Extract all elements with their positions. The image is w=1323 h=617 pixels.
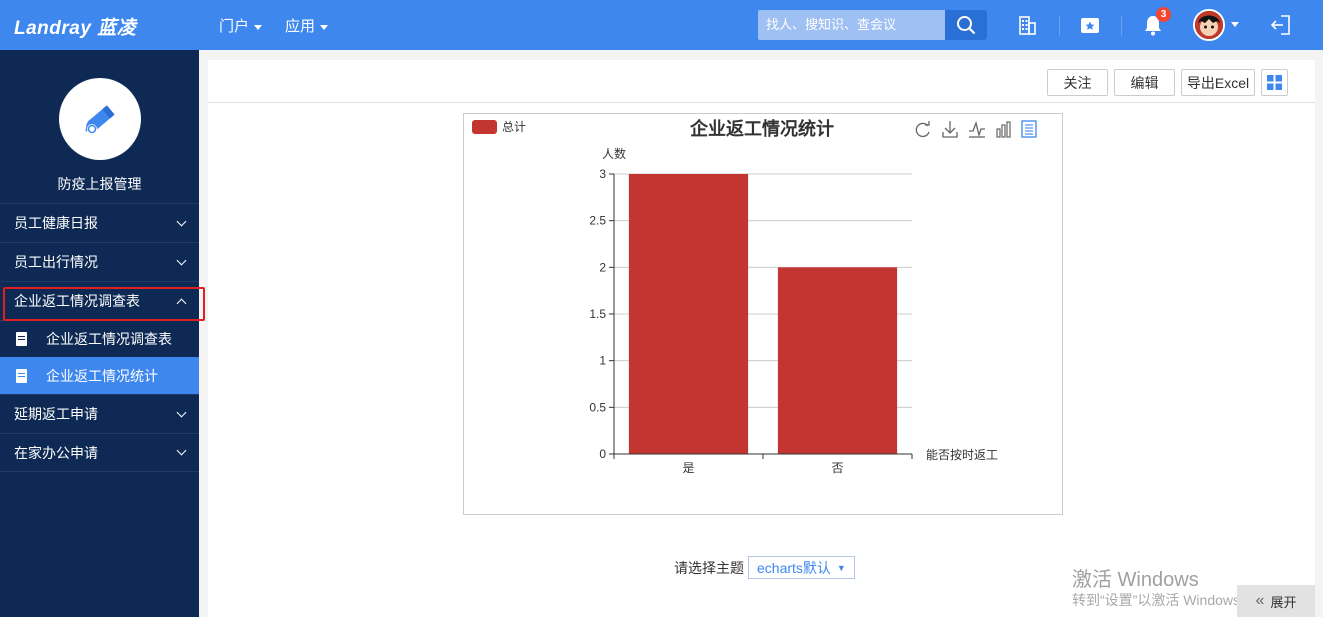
activation-watermark-hint: 转到“设置”以激活 Windows。 (1072, 592, 1255, 608)
sidebar-item-travel[interactable]: 员工出行情况 (0, 242, 199, 281)
document-icon (16, 332, 27, 346)
avatar[interactable] (1193, 9, 1225, 41)
edit-pencil-icon (85, 105, 115, 134)
chevron-up-icon (176, 298, 187, 308)
bar[interactable] (777, 267, 898, 454)
search-icon (957, 16, 976, 35)
chevron-down-icon (320, 24, 329, 30)
bar[interactable] (628, 174, 749, 454)
top-bar: Landray 蓝凌 门户 应用 找人、搜知识、查会议 3 (0, 0, 1323, 50)
x-axis-label: 能否按时返工 (926, 448, 998, 462)
chevron-down-icon (176, 216, 187, 226)
theme-select[interactable]: echarts默认 ▼ (748, 556, 855, 579)
refresh-icon[interactable] (915, 121, 930, 138)
nav-apps-label: 应用 (285, 18, 316, 35)
module-title: 防疫上报管理 (57, 176, 142, 192)
theme-selected-value: echarts默认 (757, 559, 831, 576)
expand-button[interactable]: « 展开 (1237, 585, 1315, 617)
sidebar-item-return-survey[interactable]: 企业返工情况调查表 (0, 281, 205, 321)
activation-watermark-title: 激活 Windows (1072, 569, 1199, 591)
follow-button[interactable]: 关注 (1047, 69, 1108, 96)
divider (1121, 16, 1122, 36)
x-tick-label: 否 (831, 461, 843, 475)
nav-portal-label: 门户 (219, 18, 250, 35)
theme-label: 请选择主题 (674, 559, 744, 576)
chevron-down-icon (176, 407, 187, 417)
y-tick-label: 1 (599, 354, 606, 368)
edit-button[interactable]: 编辑 (1114, 69, 1175, 96)
sidebar-item-health-report[interactable]: 员工健康日报 (0, 203, 199, 242)
sidebar-item-label: 员工健康日报 (14, 215, 98, 231)
chart-title: 企业返工情况统计 (689, 118, 834, 139)
y-tick-label: 0.5 (589, 400, 606, 414)
landray-logo[interactable]: Landray 蓝凌 (14, 13, 136, 40)
sidebar: 防疫上报管理 员工健康日报 员工出行情况 企业返工情况调查表 企业返工情况调查表… (0, 50, 205, 617)
chart-container: 总计 企业返工情况统计 人数 能否按时返工 0 0.5 1 1.5 2 2.5 3 是 否 (463, 113, 1063, 515)
sidebar-item-label: 企业返工情况调查表 (14, 293, 140, 309)
search-input[interactable]: 找人、搜知识、查会议 (758, 10, 945, 40)
chevron-down-icon (254, 24, 263, 30)
grid-view-button[interactable] (1261, 69, 1288, 96)
sidebar-item-label: 员工出行情况 (14, 254, 98, 270)
x-tick-label: 是 (682, 461, 694, 475)
y-tick-label: 2.5 (589, 214, 606, 228)
logout-icon[interactable] (1267, 12, 1293, 38)
double-chevron-left-icon: « (1255, 592, 1265, 609)
bar-chart-icon[interactable] (996, 121, 1011, 138)
expand-label: 展开 (1270, 594, 1297, 610)
y-axis-label: 人数 (602, 146, 626, 161)
favorites-icon[interactable] (1077, 12, 1103, 38)
sidebar-item-label: 延期返工申请 (14, 406, 98, 422)
y-tick-label: 2 (599, 260, 606, 274)
sidebar-subitem-statistics[interactable]: 企业返工情况统计 (0, 357, 199, 394)
nav-portal[interactable]: 门户 (219, 15, 263, 36)
bar-chart: 总计 企业返工情况统计 人数 能否按时返工 0 0.5 1 1.5 2 2.5 3 是 否 (472, 118, 1037, 475)
y-tick-label: 0 (599, 447, 606, 461)
sidebar-item-delay-request[interactable]: 延期返工申请 (0, 394, 199, 433)
data-view-icon[interactable] (1021, 120, 1037, 138)
sidebar-item-wfh-request[interactable]: 在家办公申请 (0, 433, 199, 472)
legend-label[interactable]: 总计 (502, 120, 526, 134)
y-tick-label: 1.5 (589, 307, 606, 321)
download-icon[interactable] (942, 121, 958, 138)
grid-icon (1267, 75, 1282, 90)
building-icon[interactable] (1014, 12, 1040, 38)
main-content: 关注 编辑 导出Excel 总计 企业返工情况统计 人数 能否按时返工 0 0.5… (208, 60, 1315, 617)
document-icon (16, 368, 27, 383)
line-chart-icon[interactable] (969, 120, 985, 138)
export-excel-button[interactable]: 导出Excel (1181, 69, 1255, 96)
sidebar-menu: 员工健康日报 员工出行情况 企业返工情况调查表 企业返工情况调查表 企业返工情况… (0, 203, 205, 472)
search-button[interactable] (945, 10, 987, 40)
sidebar-subitem-survey-form[interactable]: 企业返工情况调查表 (0, 320, 199, 357)
sidebar-item-label: 在家办公申请 (14, 444, 98, 461)
nav-apps[interactable]: 应用 (285, 15, 329, 36)
notification-badge: 3 (1156, 7, 1171, 22)
theme-selector-row: 请选择主题 echarts默认 ▼ (674, 556, 855, 579)
module-logo (59, 78, 141, 160)
chevron-down-icon: ▼ (836, 562, 846, 573)
legend-swatch[interactable] (472, 120, 497, 134)
chevron-down-icon (176, 255, 187, 265)
divider (1059, 16, 1060, 36)
sidebar-subitem-label: 企业返工情况调查表 (46, 331, 172, 347)
chevron-down-icon[interactable] (1231, 22, 1239, 27)
y-tick-label: 3 (599, 167, 606, 181)
sidebar-subitem-label: 企业返工情况统计 (46, 367, 158, 384)
chevron-down-icon (176, 445, 187, 456)
divider (208, 102, 1315, 103)
